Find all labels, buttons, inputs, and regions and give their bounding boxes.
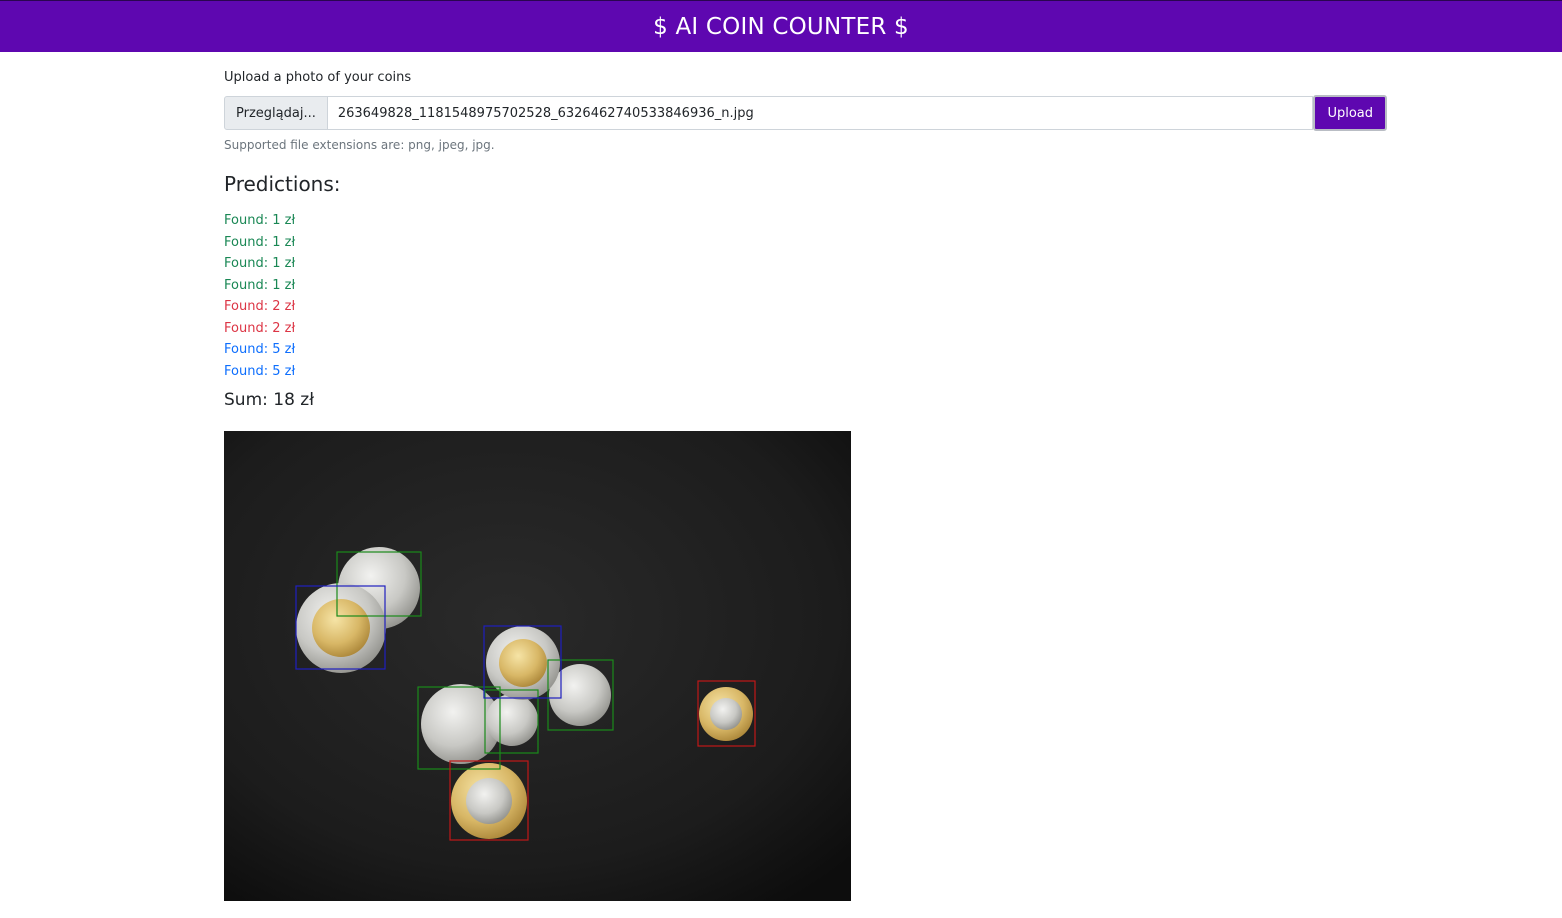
prediction-item: Found: 1 zł (224, 256, 296, 271)
predictions-title: Predictions: (224, 172, 341, 196)
prediction-item: Found: 1 zł (224, 277, 296, 293)
browse-button[interactable]: Przeglądaj... (224, 96, 328, 130)
coin-2zl-center (466, 778, 512, 824)
prediction-item: Found: 2 zł (224, 320, 296, 336)
upload-button[interactable]: Upload (1313, 95, 1387, 131)
app-header: $ AI COIN COUNTER $ (0, 0, 1562, 52)
file-upload-group: Przeglądaj... 263649828_1181548975702528… (224, 95, 1387, 131)
predictions-list: Found: 1 zł Found: 1 zł Found: 1 zł Foun… (224, 212, 295, 384)
prediction-item: Found: 5 zł (224, 342, 296, 357)
prediction-item: Found: 1 zł (224, 213, 296, 228)
coin-5zl-center (312, 599, 370, 657)
file-extensions-hint: Supported file extensions are: png, jpeg… (224, 138, 495, 152)
coin-2zl-center (710, 698, 742, 730)
app-title: $ AI COIN COUNTER $ (653, 13, 909, 40)
coin-1zl (486, 694, 538, 746)
prediction-item: Found: 1 zł (224, 234, 296, 250)
prediction-item: Found: 2 zł (224, 299, 296, 314)
coins-photo (224, 431, 851, 901)
sum-total: Sum: 18 zł (224, 390, 315, 410)
upload-label: Upload a photo of your coins (224, 70, 412, 85)
coin-5zl-center (499, 639, 547, 687)
file-name-field[interactable]: 263649828_1181548975702528_6326462740533… (327, 96, 1314, 130)
prediction-item: Found: 5 zł (224, 363, 296, 379)
